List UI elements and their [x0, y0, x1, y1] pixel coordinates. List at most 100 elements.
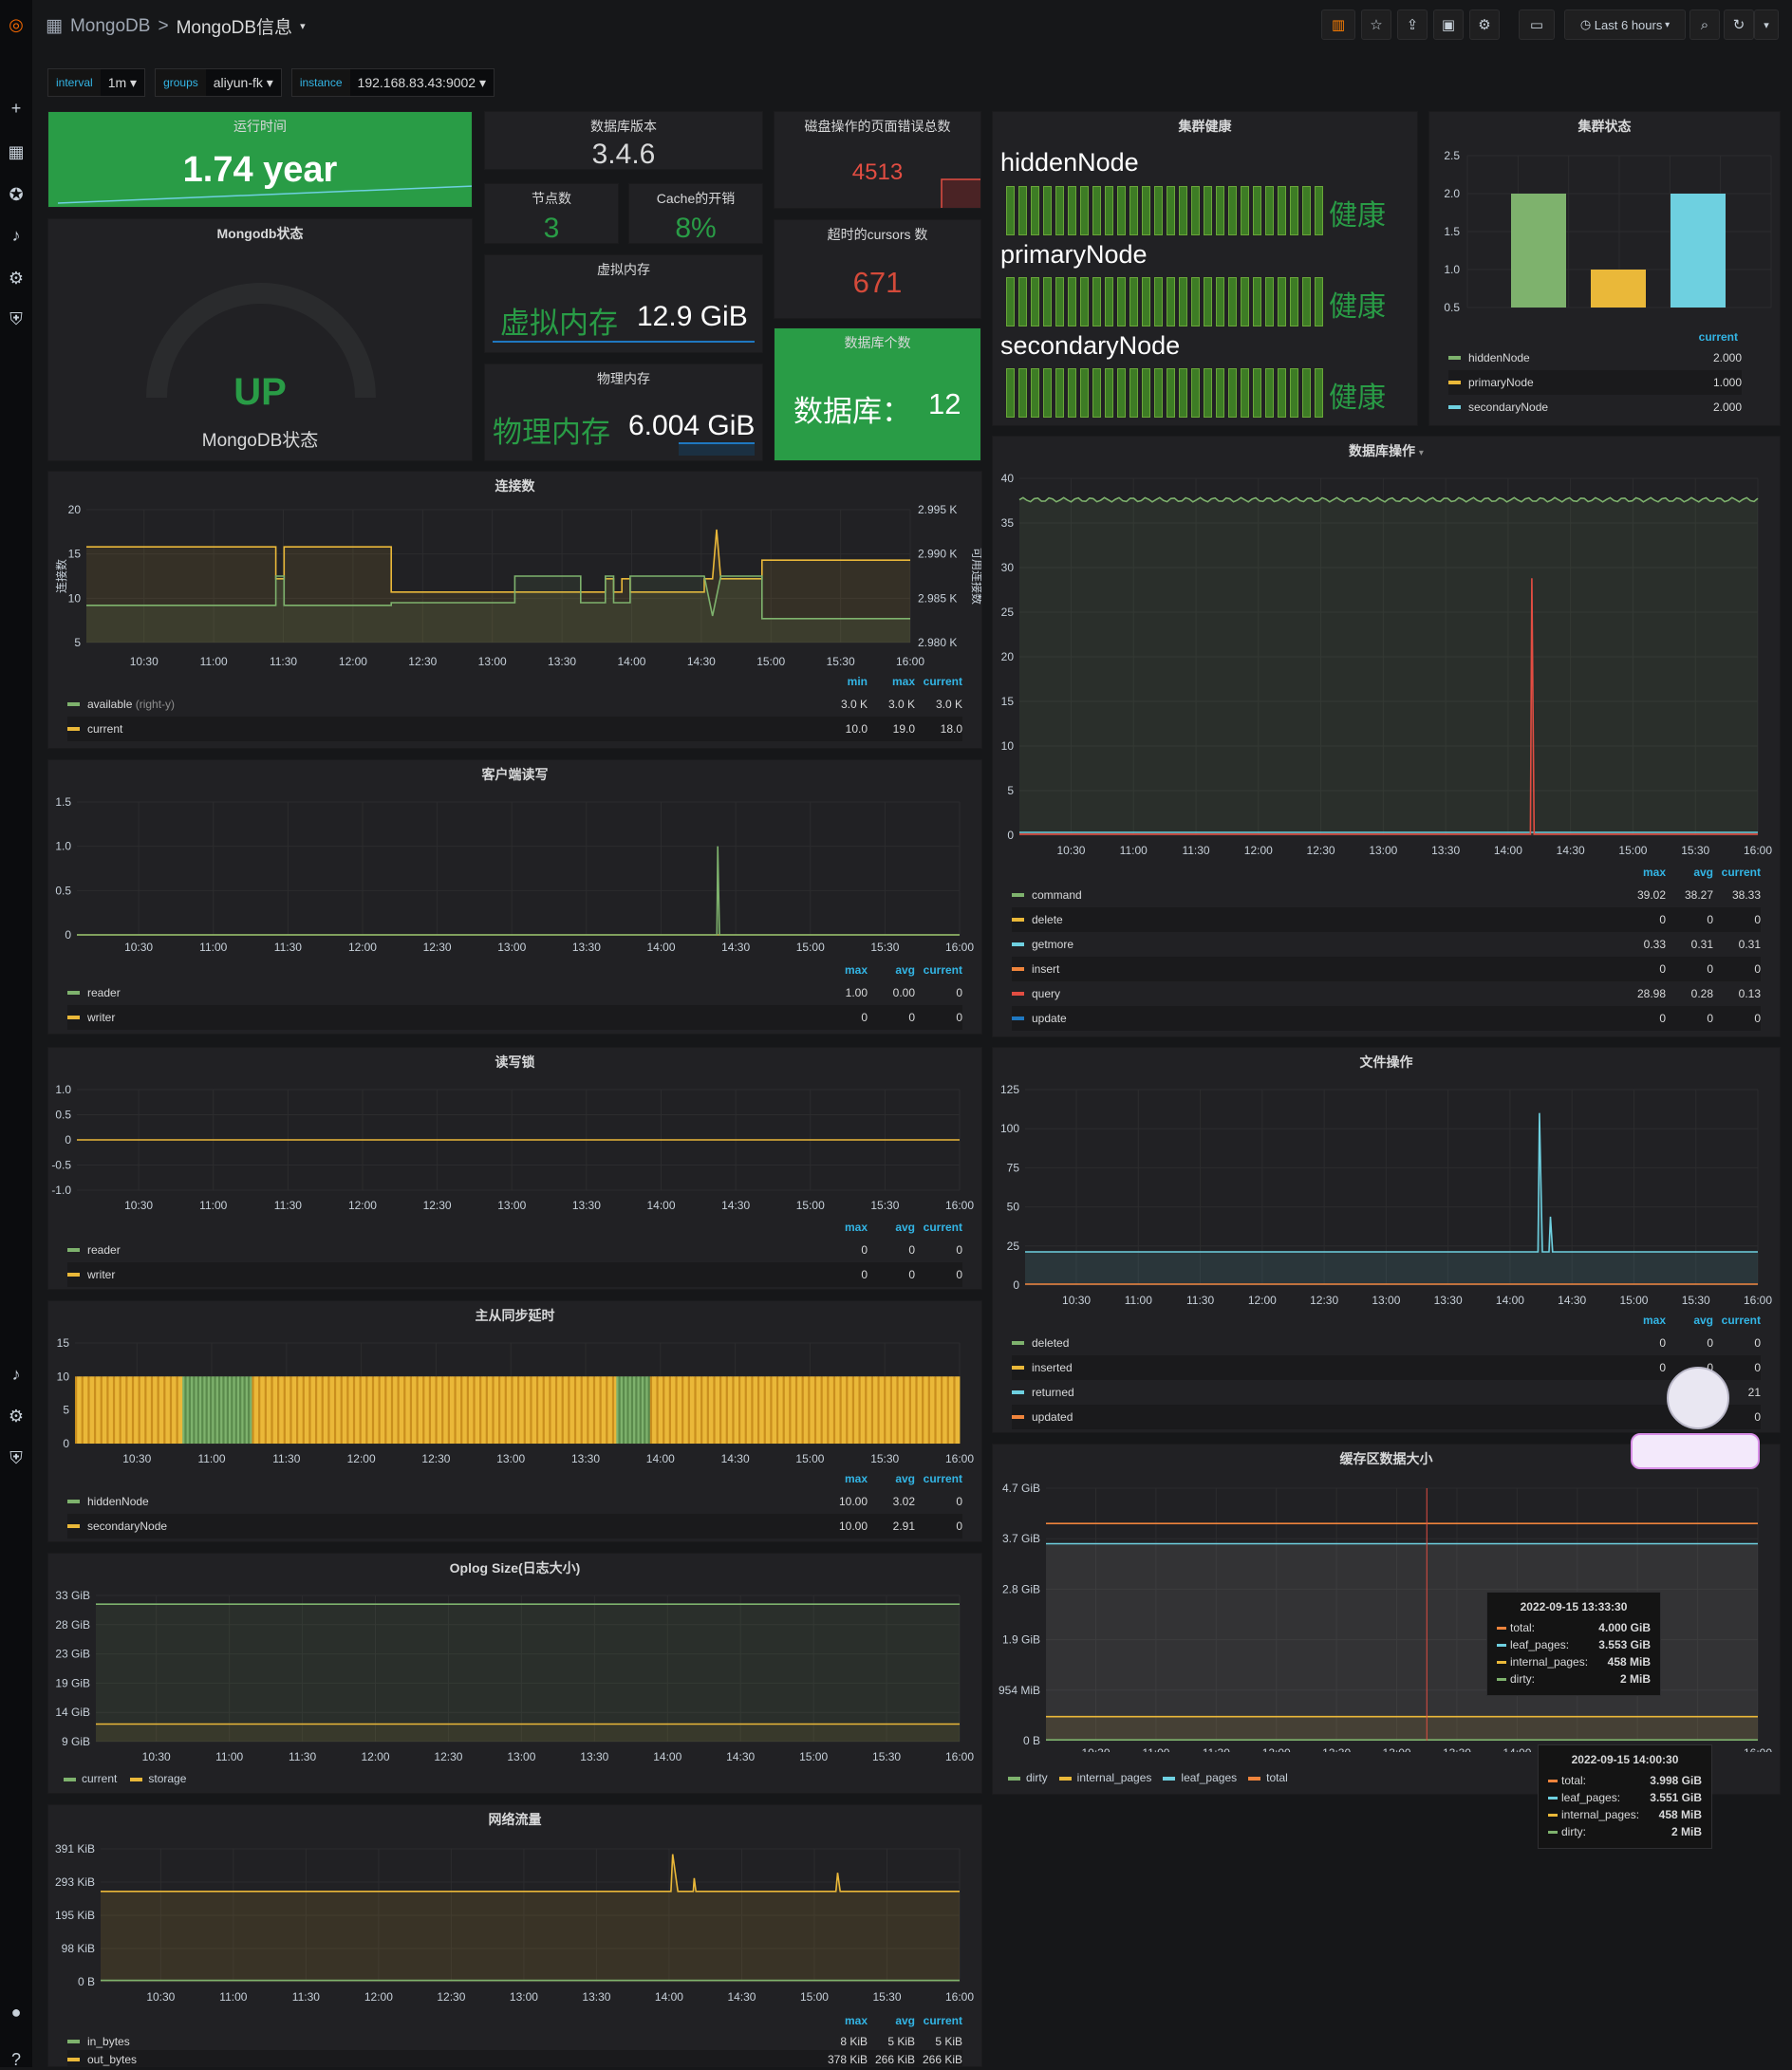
legend-item[interactable]: available (right-y) 3.0 K 3.0 K 3.0 K	[67, 692, 962, 717]
cluster-status-panel[interactable]: 集群状态 2.5 2.0 1.5 1.0 0.5 current hiddenNode 2…	[1428, 111, 1781, 426]
db-count-panel[interactable]: 数据库个数 数据库： 12	[774, 327, 981, 461]
health-bar-segment	[1191, 186, 1200, 235]
configuration-gear-icon[interactable]: ⚙	[0, 269, 32, 288]
virtual-memory-panel[interactable]: 虚拟内存 虚拟内存 12.9 GiB	[484, 254, 763, 353]
save-button[interactable]: ▣	[1433, 9, 1464, 40]
legend-item[interactable]: insert 0 0 0	[1012, 957, 1761, 981]
col-avg: avg	[1693, 1314, 1713, 1327]
uptime-panel[interactable]: 运行时间 1.74 year	[47, 111, 473, 208]
legend-item[interactable]: current	[64, 1772, 117, 1785]
y-tick-label: 15	[1001, 695, 1015, 708]
internal-pages-series-fill	[1046, 1716, 1758, 1741]
settings-button[interactable]: ⚙	[1469, 9, 1500, 40]
tooltip-value: 458 MiB	[1658, 1808, 1702, 1821]
legend-item[interactable]: dirty	[1008, 1771, 1048, 1784]
legend-item[interactable]: primaryNode 1.000	[1448, 370, 1742, 395]
share-button[interactable]: ⇪	[1397, 9, 1428, 40]
series-current: 0	[1754, 1336, 1761, 1350]
y-tick-label: 2.5	[1444, 149, 1460, 162]
health-bar-segment	[1006, 368, 1015, 418]
legend-item[interactable]: delete 0 0 0	[1012, 907, 1761, 932]
db-operations-panel[interactable]: 数据库操作 ▾ 40 35 30 25 20 15 10 5 0 10:30 11:00 11:30 1…	[992, 436, 1781, 1037]
alerting-bell-icon-2[interactable]: ♪	[0, 1365, 32, 1384]
add-panel-button[interactable]: ▥	[1321, 9, 1355, 40]
legend-item[interactable]: total	[1248, 1771, 1288, 1784]
legend-item[interactable]: writer 0 0 0	[67, 1005, 962, 1030]
server-admin-shield-icon[interactable]: ⛨	[0, 309, 32, 328]
oplog-size-panel[interactable]: Oplog Size(日志大小) 33 GiB 28 GiB 23 GiB 19 Gi…	[47, 1553, 982, 1794]
timed-out-cursors-panel[interactable]: 超时的cursors 数 671	[774, 219, 981, 319]
cache-size-panel[interactable]: 缓存区数据大小 4.7 GiB 3.7 GiB 2.8 GiB 1.9 GiB 954 …	[992, 1444, 1781, 1795]
shield-icon-2[interactable]: ⛨	[0, 1448, 32, 1467]
legend-item[interactable]: secondaryNode 2.000	[1448, 395, 1742, 420]
y-tick-label: 25	[1001, 606, 1015, 619]
series-name: returned	[1032, 1386, 1074, 1399]
legend-item[interactable]: update 0 0 0	[1012, 1006, 1761, 1031]
time-picker-button[interactable]: ◷ Last 6 hours ▾	[1564, 9, 1686, 40]
cluster-health-panel[interactable]: 集群健康 hiddenNode 健康 primaryNode 健康 second…	[992, 111, 1418, 426]
mongodb-status-panel[interactable]: Mongodb状态 UP MongoDB状态	[47, 218, 473, 461]
caret-down-icon[interactable]: ▾	[300, 20, 306, 32]
health-node-name: hiddenNode	[1000, 148, 1139, 177]
refresh-interval-picker[interactable]: ▾	[1754, 9, 1779, 40]
page-faults-panel[interactable]: 磁盘操作的页面错误总数 4513	[774, 111, 981, 209]
zoom-out-button[interactable]: ⌕	[1689, 9, 1720, 40]
nodes-panel[interactable]: 节点数 3	[484, 183, 619, 244]
rw-lock-panel[interactable]: 读写锁 1.0 0.5 0 -0.5 -1.0 10:30 11:00 11:30 12:00 1…	[47, 1047, 982, 1290]
series-name: deleted	[1032, 1336, 1070, 1350]
col-current: current	[1721, 866, 1761, 879]
legend-item[interactable]: current 10.0 19.0 18.0	[67, 717, 962, 741]
dashboard-title[interactable]: MongoDB信息	[177, 13, 293, 39]
legend-item[interactable]: secondaryNode 10.00 2.91 0	[67, 1514, 962, 1539]
legend-item[interactable]: query 28.98 0.28 0.13	[1012, 981, 1761, 1006]
grafana-logo-icon[interactable]: ◎	[0, 15, 32, 34]
legend-item[interactable]: reader 0 0 0	[67, 1238, 962, 1262]
db-version-panel[interactable]: 数据库版本 3.4.6	[484, 111, 763, 170]
folder-name[interactable]: MongoDB	[70, 16, 151, 37]
cache-overhead-panel[interactable]: Cache的开销 8%	[628, 183, 763, 244]
dashboard-breadcrumb[interactable]: ▦ MongoDB > MongoDB信息 ▾	[46, 13, 306, 39]
caret-down-icon[interactable]: ▾	[1419, 448, 1424, 458]
mascot-widget[interactable]	[1631, 1363, 1760, 1473]
x-tick-label: 14:00	[1494, 844, 1522, 857]
panel-title: 超时的cursors 数	[827, 227, 928, 242]
legend-item[interactable]: getmore 0.33 0.31 0.31	[1012, 932, 1761, 957]
explore-compass-icon[interactable]: ✪	[0, 185, 32, 204]
interval-select[interactable]: 1m ▾	[100, 69, 145, 96]
instance-select[interactable]: 192.168.83.43:9002 ▾	[349, 69, 495, 96]
legend-item[interactable]: reader 1.00 0.00 0	[67, 980, 962, 1005]
network-traffic-panel[interactable]: 网络流量 391 KiB 293 KiB 195 KiB 98 KiB 0 B 10:30…	[47, 1804, 982, 2067]
x-tick-label: 15:00	[1618, 844, 1647, 857]
panel-title: 虚拟内存	[597, 262, 650, 277]
legend-item[interactable]: hiddenNode 10.00 3.02 0	[67, 1489, 962, 1514]
connections-panel[interactable]: 连接数 20 15 10 5 2.995 K 2.990 K 2.985 K 2.980 K 连…	[47, 471, 982, 749]
dashboards-grid-icon[interactable]: ▦	[0, 142, 32, 161]
legend-item[interactable]: out_bytes 378 KiB 266 KiB 266 KiB	[67, 2050, 962, 2066]
x-tick-label: 14:00	[646, 1452, 675, 1465]
legend-item[interactable]: storage	[130, 1772, 186, 1785]
y-tick-label: 75	[1007, 1161, 1020, 1174]
user-avatar-icon[interactable]: ●	[0, 2003, 32, 2022]
series-swatch	[64, 1777, 76, 1781]
series-current: 0	[956, 1268, 962, 1281]
client-rw-panel[interactable]: 客户端读写 1.5 1.0 0.5 0 10:30 11:00 11:30 12:00 12:3…	[47, 759, 982, 1035]
replication-lag-panel[interactable]: 主从同步延时 15 10 5 0 10:30 11:00 11:30 12:00 12:30 13…	[47, 1300, 982, 1542]
create-plus-icon[interactable]: +	[0, 99, 32, 118]
physical-memory-panel[interactable]: 物理内存 物理内存 6.004 GiB	[484, 364, 763, 461]
refresh-button[interactable]: ↻	[1724, 9, 1754, 40]
legend-item[interactable]: writer 0 0 0	[67, 1262, 962, 1287]
help-icon[interactable]: ?	[0, 2050, 32, 2069]
x-tick-label: 11:00	[219, 1990, 247, 2004]
configuration-gear-icon-2[interactable]: ⚙	[0, 1407, 32, 1426]
legend-item[interactable]: deleted 0 0 0	[1012, 1331, 1761, 1355]
legend-item[interactable]: command 39.02 38.27 38.33	[1012, 883, 1761, 907]
legend-item[interactable]: hiddenNode 2.000	[1448, 345, 1742, 370]
alerting-bell-icon[interactable]: ♪	[0, 226, 32, 245]
star-button[interactable]: ☆	[1361, 9, 1391, 40]
legend-item[interactable]: leaf_pages	[1163, 1771, 1237, 1784]
groups-select[interactable]: aliyun-fk ▾	[205, 69, 281, 96]
legend-item[interactable]: internal_pages	[1058, 1771, 1151, 1784]
tv-mode-button[interactable]: ▭	[1519, 9, 1555, 40]
plot-area	[77, 802, 960, 935]
version-value: 3.4.6	[591, 139, 656, 170]
